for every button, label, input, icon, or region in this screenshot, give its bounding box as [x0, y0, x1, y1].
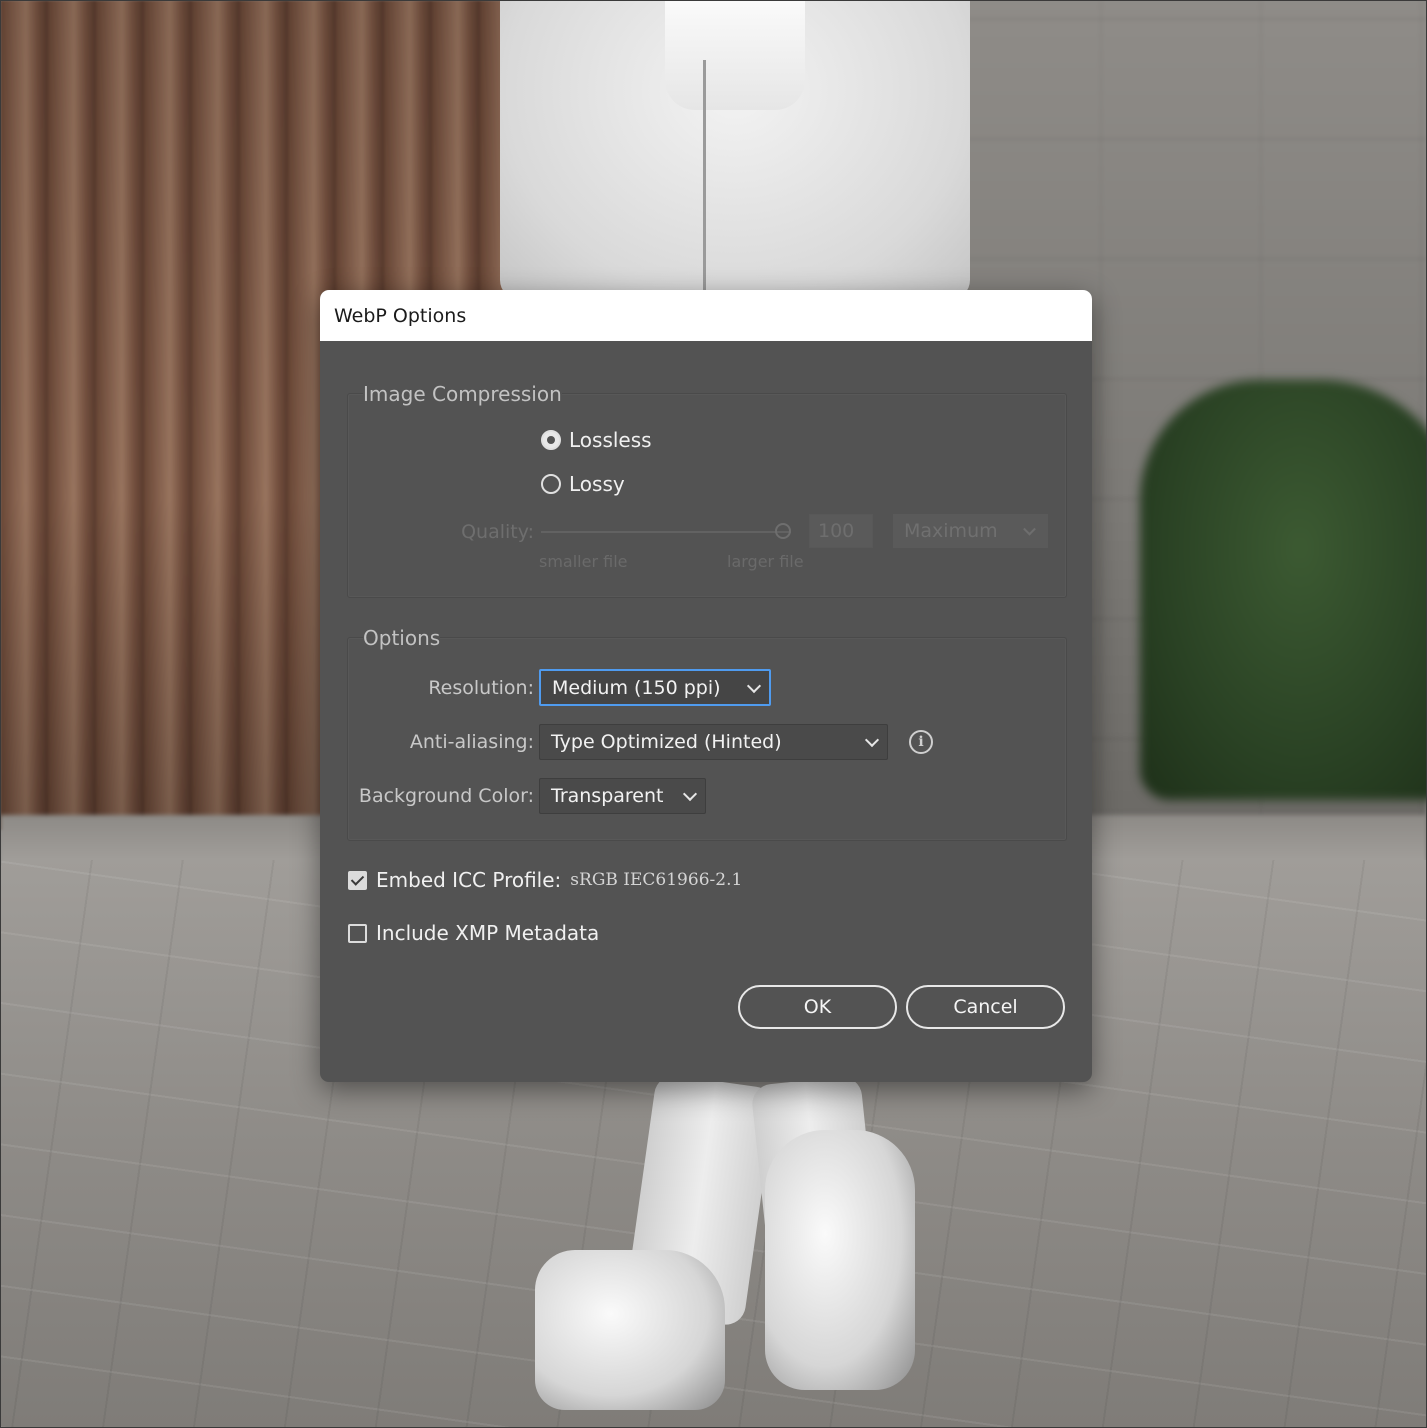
quality-slider-knob[interactable]	[775, 523, 791, 539]
jacket-zipper	[703, 60, 706, 300]
resolution-dropdown[interactable]: Medium (150 ppi)	[539, 669, 771, 706]
quality-value-field[interactable]: 100	[809, 514, 873, 548]
quality-label: Quality:	[461, 521, 534, 543]
include-xmp-label: Include XMP Metadata	[376, 921, 600, 945]
anti-aliasing-label: Anti-aliasing:	[409, 731, 534, 753]
larger-file-label: larger file	[727, 552, 804, 571]
image-compression-group	[347, 393, 1067, 598]
radio-unchecked-icon	[541, 474, 561, 494]
dialog-titlebar[interactable]: WebP Options	[320, 290, 1092, 341]
background-color-value: Transparent	[551, 785, 664, 807]
hedge	[1140, 380, 1427, 800]
right-sneaker	[765, 1130, 915, 1390]
quality-value: 100	[818, 520, 855, 542]
chevron-down-icon	[682, 786, 698, 802]
quality-slider-track[interactable]	[541, 531, 791, 533]
smaller-file-label: smaller file	[539, 552, 628, 571]
background-color-label: Background Color:	[358, 785, 534, 807]
cancel-label: Cancel	[953, 996, 1018, 1018]
options-title: Options	[363, 626, 441, 650]
resolution-label: Resolution:	[428, 677, 534, 699]
quality-preset-dropdown[interactable]: Maximum	[893, 514, 1048, 548]
dialog-title: WebP Options	[334, 304, 467, 327]
info-glyph: i	[918, 734, 924, 750]
image-compression-title: Image Compression	[363, 382, 562, 406]
ok-label: OK	[803, 996, 832, 1018]
background-color-dropdown[interactable]: Transparent	[539, 778, 706, 814]
checkbox-checked-icon	[348, 870, 367, 890]
lossless-radio[interactable]: Lossless	[541, 428, 652, 452]
checkbox-unchecked-icon	[348, 923, 367, 943]
person-collar	[665, 0, 805, 110]
chevron-down-icon	[1023, 522, 1036, 536]
webp-options-dialog: WebP Options Image Compression Lossless …	[320, 290, 1092, 1082]
ok-button[interactable]: OK	[738, 985, 897, 1029]
lossy-radio[interactable]: Lossy	[541, 472, 625, 496]
embed-icc-checkbox[interactable]: Embed ICC Profile: sRGB IEC61966-2.1	[348, 868, 742, 892]
cancel-button[interactable]: Cancel	[906, 985, 1065, 1029]
anti-aliasing-dropdown[interactable]: Type Optimized (Hinted)	[539, 724, 888, 760]
chevron-down-icon	[864, 732, 880, 748]
lossless-label: Lossless	[569, 428, 652, 452]
chevron-down-icon	[746, 678, 762, 693]
lossy-label: Lossy	[569, 472, 625, 496]
left-sneaker	[535, 1250, 725, 1410]
radio-checked-icon	[541, 430, 561, 450]
resolution-value: Medium (150 ppi)	[552, 676, 721, 699]
include-xmp-checkbox[interactable]: Include XMP Metadata	[348, 921, 599, 945]
anti-aliasing-value: Type Optimized (Hinted)	[551, 731, 782, 753]
embed-icc-label: Embed ICC Profile:	[376, 868, 562, 892]
info-icon[interactable]: i	[909, 730, 933, 754]
icc-profile-value: sRGB IEC61966-2.1	[570, 870, 743, 890]
quality-preset-value: Maximum	[904, 520, 998, 542]
